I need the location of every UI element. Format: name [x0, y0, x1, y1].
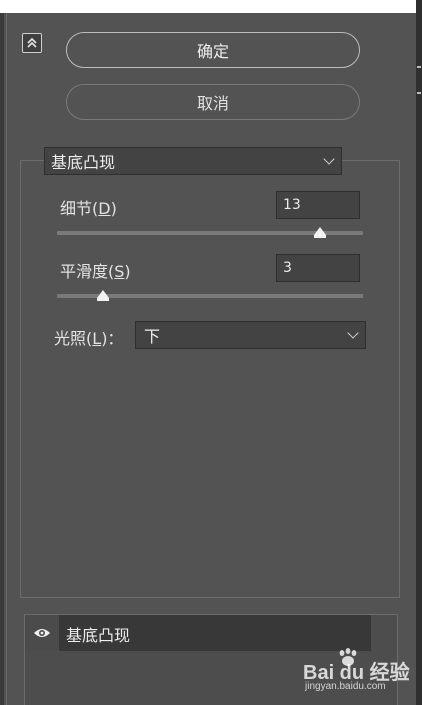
- detail-value: 13: [283, 197, 301, 213]
- filter-type-value: 基底凸现: [51, 153, 116, 172]
- left-border-highlight: [6, 13, 7, 705]
- smoothness-input[interactable]: 3: [276, 254, 360, 282]
- effect-layer-name: 基底凸现: [66, 626, 131, 645]
- detail-slider-thumb[interactable]: [314, 227, 327, 238]
- smoothness-slider-thumb[interactable]: [96, 290, 109, 301]
- chevron-double-up-icon: [27, 37, 37, 48]
- detail-hotkey: D: [98, 199, 111, 218]
- left-border: [0, 13, 4, 705]
- lighting-hotkey: L: [92, 329, 102, 348]
- chevron-down-icon: [323, 153, 335, 165]
- lighting-label: 光照(L)：: [54, 329, 124, 348]
- smoothness-label: 平滑度(S): [60, 262, 131, 281]
- lighting-label-text: 光照: [54, 329, 87, 348]
- lighting-select[interactable]: 下: [135, 321, 366, 349]
- right-panel-edge: [416, 0, 422, 705]
- smoothness-value: 3: [283, 260, 292, 276]
- ok-button[interactable]: 确定: [66, 32, 360, 68]
- cancel-button[interactable]: 取消: [66, 84, 360, 120]
- detail-input[interactable]: 13: [276, 191, 360, 219]
- detail-label: 细节(D): [60, 199, 117, 218]
- top-strip: [0, 0, 416, 13]
- edge-marker: [417, 92, 421, 94]
- smoothness-hotkey: S: [114, 262, 125, 281]
- edge-marker: [417, 66, 421, 68]
- lighting-label-suffix: )：: [101, 329, 124, 348]
- cancel-button-label: 取消: [196, 94, 229, 113]
- eye-icon: [34, 629, 50, 637]
- chevron-down-icon: [347, 327, 359, 339]
- ok-button-label: 确定: [196, 42, 229, 61]
- smoothness-label-text: 平滑度: [60, 262, 109, 281]
- filter-type-select[interactable]: 基底凸现: [44, 147, 342, 175]
- detail-label-text: 细节: [60, 199, 93, 218]
- watermark-url: jingyan.baidu.com: [305, 681, 386, 692]
- layer-visibility-toggle[interactable]: [25, 615, 59, 651]
- lighting-value: 下: [144, 327, 161, 346]
- collapse-button[interactable]: [22, 33, 42, 53]
- filter-settings-group: [20, 160, 400, 598]
